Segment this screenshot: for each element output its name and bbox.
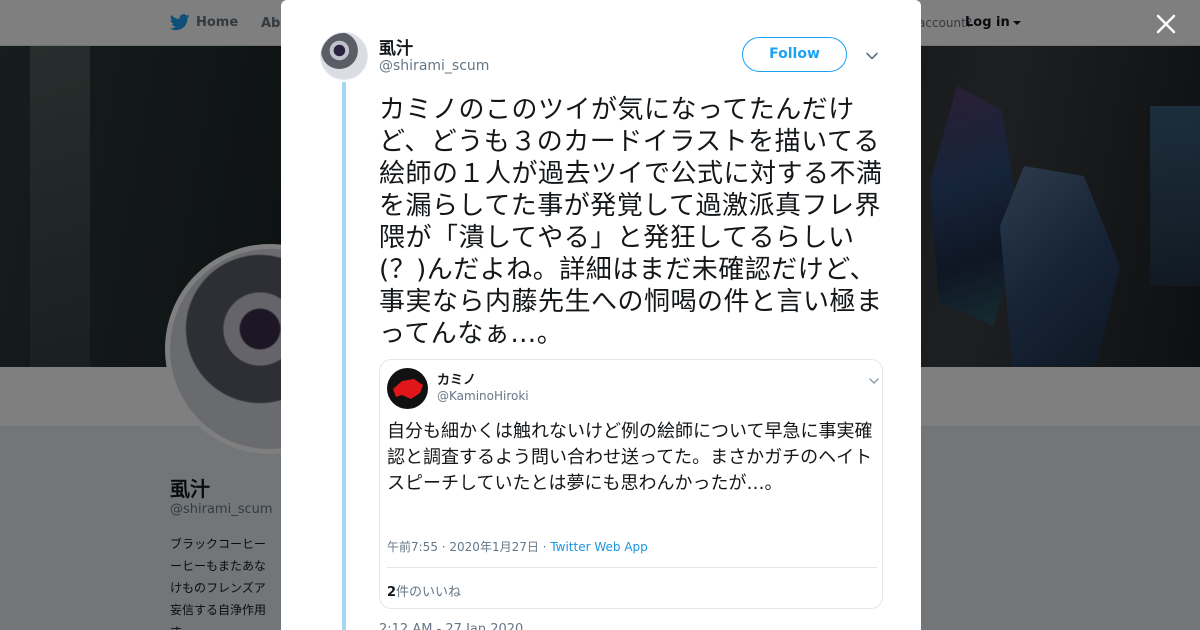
- quoted-tweet-meta: 午前7:55 · 2020年1月27日 · Twitter Web App: [387, 540, 648, 554]
- likes-label: 件のいいね: [396, 585, 462, 600]
- tweet-modal: 虱汁 @shirami_scum Follow カミノのこのツイが気になってたん…: [281, 0, 921, 630]
- close-icon[interactable]: [1152, 10, 1180, 38]
- author-name[interactable]: 虱汁: [379, 34, 413, 59]
- likes-count: 2: [387, 585, 397, 600]
- quoted-author-name[interactable]: カミノ: [437, 369, 476, 388]
- quoted-tweet[interactable]: カミノ @KaminoHiroki 自分も細かくは触れないけど例の絵師について早…: [379, 359, 883, 609]
- divider: [387, 567, 877, 568]
- quoted-author-handle[interactable]: @KaminoHiroki: [437, 389, 529, 403]
- chevron-down-icon[interactable]: [868, 372, 880, 384]
- follow-button[interactable]: Follow: [742, 37, 847, 72]
- thread-line: [342, 82, 346, 630]
- tweet-text: カミノのこのツイが気になってたんだけど、どうも３のカードイラストを描いてる絵師の…: [379, 95, 883, 349]
- quoted-tweet-date[interactable]: 2020年1月27日: [449, 540, 538, 554]
- author-avatar[interactable]: [320, 32, 368, 80]
- author-handle[interactable]: @shirami_scum: [379, 58, 489, 74]
- quoted-author-avatar[interactable]: [387, 368, 428, 409]
- quoted-tweet-text: 自分も細かくは触れないけど例の絵師について早急に事実確認と調査するよう問い合わせ…: [387, 421, 873, 494]
- tweet-timestamp[interactable]: 2:12 AM - 27 Jan 2020: [379, 622, 523, 630]
- quoted-tweet-likes[interactable]: 2件のいいね: [387, 581, 461, 600]
- quoted-tweet-time[interactable]: 午前7:55: [387, 540, 438, 554]
- chevron-down-icon[interactable]: [865, 48, 879, 62]
- quoted-tweet-source[interactable]: Twitter Web App: [550, 540, 647, 554]
